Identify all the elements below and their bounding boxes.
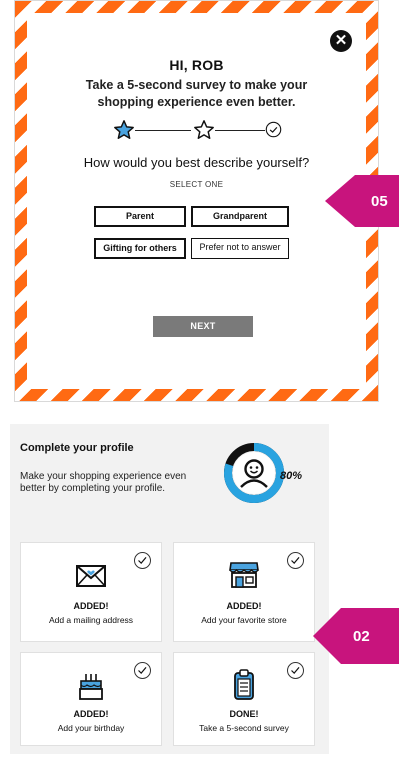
tile-mailing-address[interactable]: ADDED! Add a mailing address	[20, 542, 162, 642]
tile-caption: Take a 5-second survey	[199, 723, 289, 733]
survey-intro: Take a 5-second survey to make your shop…	[85, 78, 308, 109]
check-circle-icon	[134, 552, 151, 569]
progress-connector	[135, 130, 191, 131]
tile-caption: Add your favorite store	[201, 615, 287, 625]
close-button[interactable]: ✕	[330, 30, 352, 52]
tile-status: DONE!	[229, 709, 259, 719]
tile-caption: Add your birthday	[57, 723, 125, 733]
envelope-heart-icon	[76, 565, 106, 587]
tile-survey[interactable]: DONE! Take a 5-second survey	[173, 652, 315, 746]
completion-percent: 80%	[280, 470, 303, 482]
profile-title: Complete your profile	[20, 442, 134, 454]
step-badge-05: 05	[325, 175, 399, 227]
option-prefer-not[interactable]: Prefer not to answer	[191, 238, 289, 259]
tile-status: ADDED!	[73, 601, 109, 611]
badge-number: 05	[371, 192, 388, 210]
tile-favorite-store[interactable]: ADDED! Add your favorite store	[173, 542, 315, 642]
progress-connector	[215, 130, 265, 131]
greeting: HI, ROB	[169, 57, 224, 73]
option-grandparent[interactable]: Grandparent	[191, 206, 289, 227]
tile-caption: Add a mailing address	[48, 615, 134, 625]
profile-card: Complete your profile Make your shopping…	[10, 424, 329, 754]
profile-description: Make your shopping experience even bette…	[20, 471, 187, 494]
select-instruction: SELECT ONE	[169, 180, 224, 189]
option-parent[interactable]: Parent	[94, 206, 186, 227]
badge-number: 02	[353, 627, 370, 645]
tile-status: ADDED!	[226, 601, 262, 611]
profile-completion-gauge	[224, 443, 284, 503]
check-circle-icon	[265, 121, 282, 138]
clipboard-icon	[234, 669, 254, 700]
star-filled-icon	[114, 120, 134, 139]
survey-progress	[111, 119, 282, 141]
star-outline-icon	[194, 120, 214, 139]
tile-birthday[interactable]: ADDED! Add your birthday	[20, 652, 162, 746]
next-button[interactable]: NEXT	[153, 316, 253, 337]
survey-modal-body: ✕ HI, ROB Take a 5-second survey to make…	[27, 13, 366, 389]
check-circle-icon	[134, 662, 151, 679]
tile-status: ADDED!	[73, 709, 109, 719]
badge-arrow-shape	[325, 175, 399, 227]
step-badge-02: 02	[313, 608, 399, 664]
option-gifting[interactable]: Gifting for others	[94, 238, 186, 259]
check-circle-icon	[287, 552, 304, 569]
survey-question: How would you best describe yourself?	[83, 155, 310, 170]
store-icon	[229, 562, 259, 588]
birthday-cake-icon	[79, 674, 103, 700]
check-circle-icon	[287, 662, 304, 679]
